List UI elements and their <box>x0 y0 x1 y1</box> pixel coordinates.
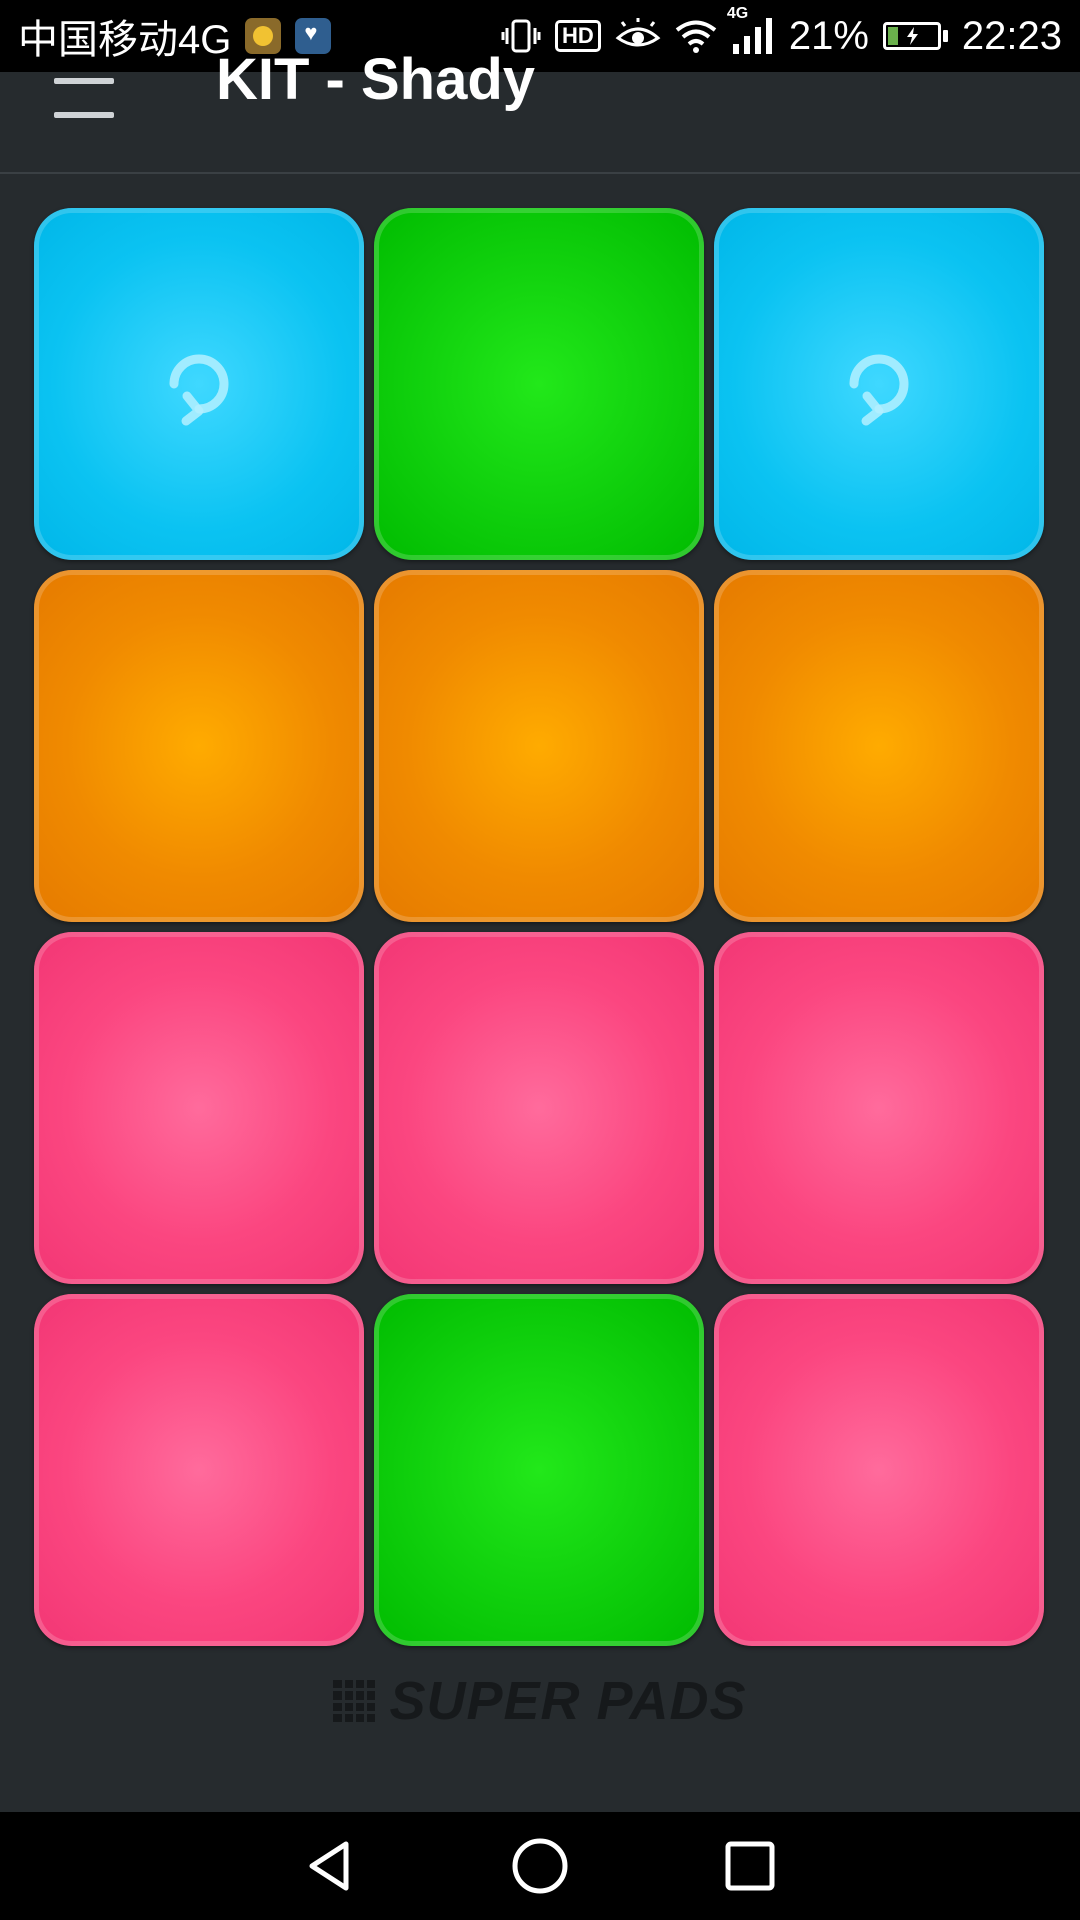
pad-12[interactable] <box>714 1294 1044 1646</box>
loop-icon <box>154 339 244 429</box>
back-icon[interactable] <box>300 1836 360 1896</box>
pad-1[interactable] <box>34 208 364 560</box>
loop-icon <box>834 339 924 429</box>
battery-icon <box>882 22 948 50</box>
carrier-label: 中国移动4G <box>18 18 232 62</box>
menu-icon-line <box>54 112 114 118</box>
home-icon[interactable] <box>510 1836 570 1896</box>
pad-9[interactable] <box>714 932 1044 1284</box>
clock: 22:23 <box>961 13 1062 58</box>
brand-logo: SUPER PADS <box>0 1670 1080 1732</box>
pad-11[interactable] <box>374 1294 704 1646</box>
wifi-icon <box>675 19 717 53</box>
pad-10[interactable] <box>34 1294 364 1646</box>
menu-button[interactable] <box>54 78 114 118</box>
pad-3[interactable] <box>714 208 1044 560</box>
pad-4[interactable] <box>34 570 364 922</box>
pad-6[interactable] <box>714 570 1044 922</box>
eye-icon <box>615 18 661 54</box>
navigation-bar <box>0 1812 1080 1920</box>
app-bar: KIT - Shady <box>0 47 1080 174</box>
pad-2[interactable] <box>374 208 704 560</box>
kit-title: KIT - Shady <box>216 47 536 112</box>
signal-icon: 4G <box>727 6 775 56</box>
pad-8[interactable] <box>374 932 704 1284</box>
network-type-label: 4G <box>726 5 749 22</box>
grid-icon <box>333 1680 376 1722</box>
brand-name: SUPER PADS <box>389 1671 747 1731</box>
hd-icon: HD <box>555 20 601 52</box>
status-right: HD 4G 21% 22:23 <box>501 6 1062 59</box>
pad-grid <box>34 208 1044 1646</box>
status-bar: 中国移动4G HD 4G 21% 22:23 <box>0 0 1080 72</box>
pad-7[interactable] <box>34 932 364 1284</box>
recents-icon[interactable] <box>720 1836 780 1896</box>
battery-percent: 21% <box>788 13 869 58</box>
menu-icon-line <box>54 78 114 84</box>
pad-5[interactable] <box>374 570 704 922</box>
